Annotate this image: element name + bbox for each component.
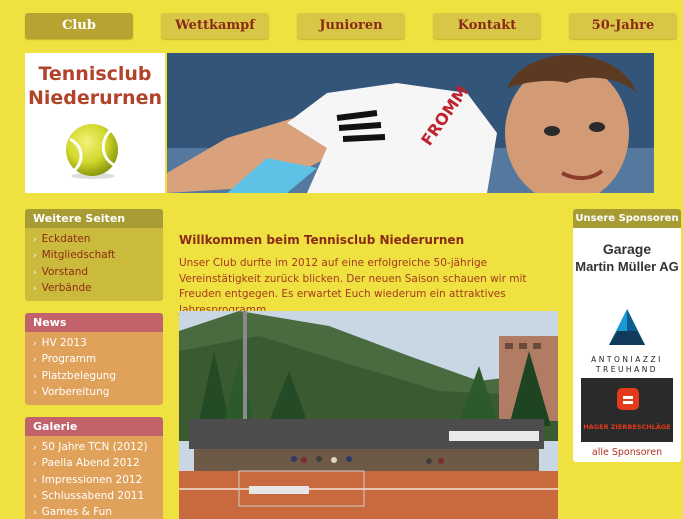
tennis-player-photo: FROMM [167, 53, 654, 193]
weitere-seiten-list: › Eckdaten › Mitgliedschaft › Vorstand › Ver… [25, 228, 163, 302]
chevron-right-icon: › [33, 339, 37, 349]
weitere-seiten-title: Weitere Seiten [25, 209, 163, 228]
top-navigation: Club Wettkampf Junioren Kontakt 50-Jahre [0, 13, 683, 39]
garage-line-2: Martin Müller AG [575, 259, 679, 274]
hager-logo-icon [617, 388, 639, 410]
tennis-ball-icon [66, 124, 118, 179]
sponsor-hager-logo[interactable]: HAGER ZIERBESCHLÄGE [581, 378, 673, 442]
club-photo [179, 311, 558, 519]
chevron-right-icon: › [33, 371, 37, 382]
clubhouse-image [179, 311, 558, 519]
weitere-seiten-box: Weitere Seiten › Eckdaten › Mitgliedschaft… [25, 209, 163, 302]
intro-text: Unser Club durfte im 2012 auf eine erfol… [179, 257, 527, 316]
nav-50-jahre[interactable]: 50-Jahre [569, 13, 677, 39]
page-title: Willkommen beim Tennisclub Niederurnen [179, 233, 465, 247]
news-list: › HV 2013 › Programm › Platzbelegung › Vorbe… [25, 332, 163, 406]
chevron-right-icon: › [33, 235, 37, 245]
news-title: News [25, 313, 163, 332]
sidebar-item-impressionen[interactable]: › Impressionen 2012 [33, 473, 163, 489]
sidebar-item-paella-abend[interactable]: › Paella Abend 2012 [33, 456, 163, 472]
triangle-logo-icon [609, 309, 645, 345]
sidebar-item-programm[interactable]: › Programm [33, 352, 163, 368]
nav-kontakt[interactable]: Kontakt [433, 13, 541, 39]
chevron-right-icon: › [33, 491, 37, 502]
chevron-right-icon: › [33, 387, 37, 398]
chevron-right-icon: › [33, 267, 37, 278]
antoniazzi-line-1: ANTONIAZZI [591, 355, 663, 364]
sponsors-box: Unsere Sponsoren Garage Martin Müller AG… [573, 209, 681, 462]
antoniazzi-line-2: TREUHAND [595, 365, 659, 374]
nav-junioren[interactable]: Junioren [297, 13, 405, 39]
garage-line-1: Garage [602, 241, 652, 257]
chevron-right-icon: › [33, 251, 37, 262]
header-banner-image: FROMM [167, 53, 654, 193]
nav-club[interactable]: Club [25, 13, 133, 39]
hager-text: HAGER ZIERBESCHLÄGE [583, 423, 671, 431]
chevron-right-icon: › [33, 283, 37, 294]
galerie-list: › 50 Jahre TCN (2012) › Paella Abend 2012 … [25, 436, 163, 519]
sidebar-item-schlussabend[interactable]: › Schlussabend 2011 [33, 489, 163, 505]
logo-line-2: Niederurnen [28, 87, 162, 109]
galerie-box: Galerie › 50 Jahre TCN (2012) › Paella Abe… [25, 417, 163, 519]
news-box: News › HV 2013 › Programm › Platzbelegung ›… [25, 313, 163, 406]
sidebar-item-50-jahre-tcn[interactable]: › 50 Jahre TCN (2012) [33, 440, 163, 456]
sidebar-item-mitgliedschaft[interactable]: › Mitgliedschaft [33, 248, 163, 264]
nav-wettkampf[interactable]: Wettkampf [161, 13, 269, 39]
sidebar-item-verbaende[interactable]: › Verbände [33, 281, 163, 297]
all-sponsors-link[interactable]: alle Sponsoren [573, 447, 681, 458]
chevron-right-icon: › [33, 443, 37, 453]
sidebar-item-platzbelegung[interactable]: › Platzbelegung [33, 369, 163, 385]
sidebar-item-vorstand[interactable]: › Vorstand [33, 265, 163, 281]
sponsors-title: Unsere Sponsoren [573, 209, 681, 228]
logo-line-1: Tennisclub [38, 63, 152, 85]
chevron-right-icon: › [33, 475, 37, 486]
club-logo[interactable]: Tennisclub Niederurnen [25, 53, 165, 193]
sidebar-item-vorbereitung[interactable]: › Vorbereitung [33, 385, 163, 401]
sidebar-item-hv-2013[interactable]: › HV 2013 [33, 336, 163, 352]
sidebar-item-eckdaten[interactable]: › Eckdaten [33, 232, 163, 248]
sidebar-item-games-fun[interactable]: › Games & Fun [33, 505, 163, 519]
chevron-right-icon: › [33, 459, 37, 470]
chevron-right-icon: › [33, 508, 37, 519]
chevron-right-icon: › [33, 355, 37, 366]
galerie-title: Galerie [25, 417, 163, 436]
